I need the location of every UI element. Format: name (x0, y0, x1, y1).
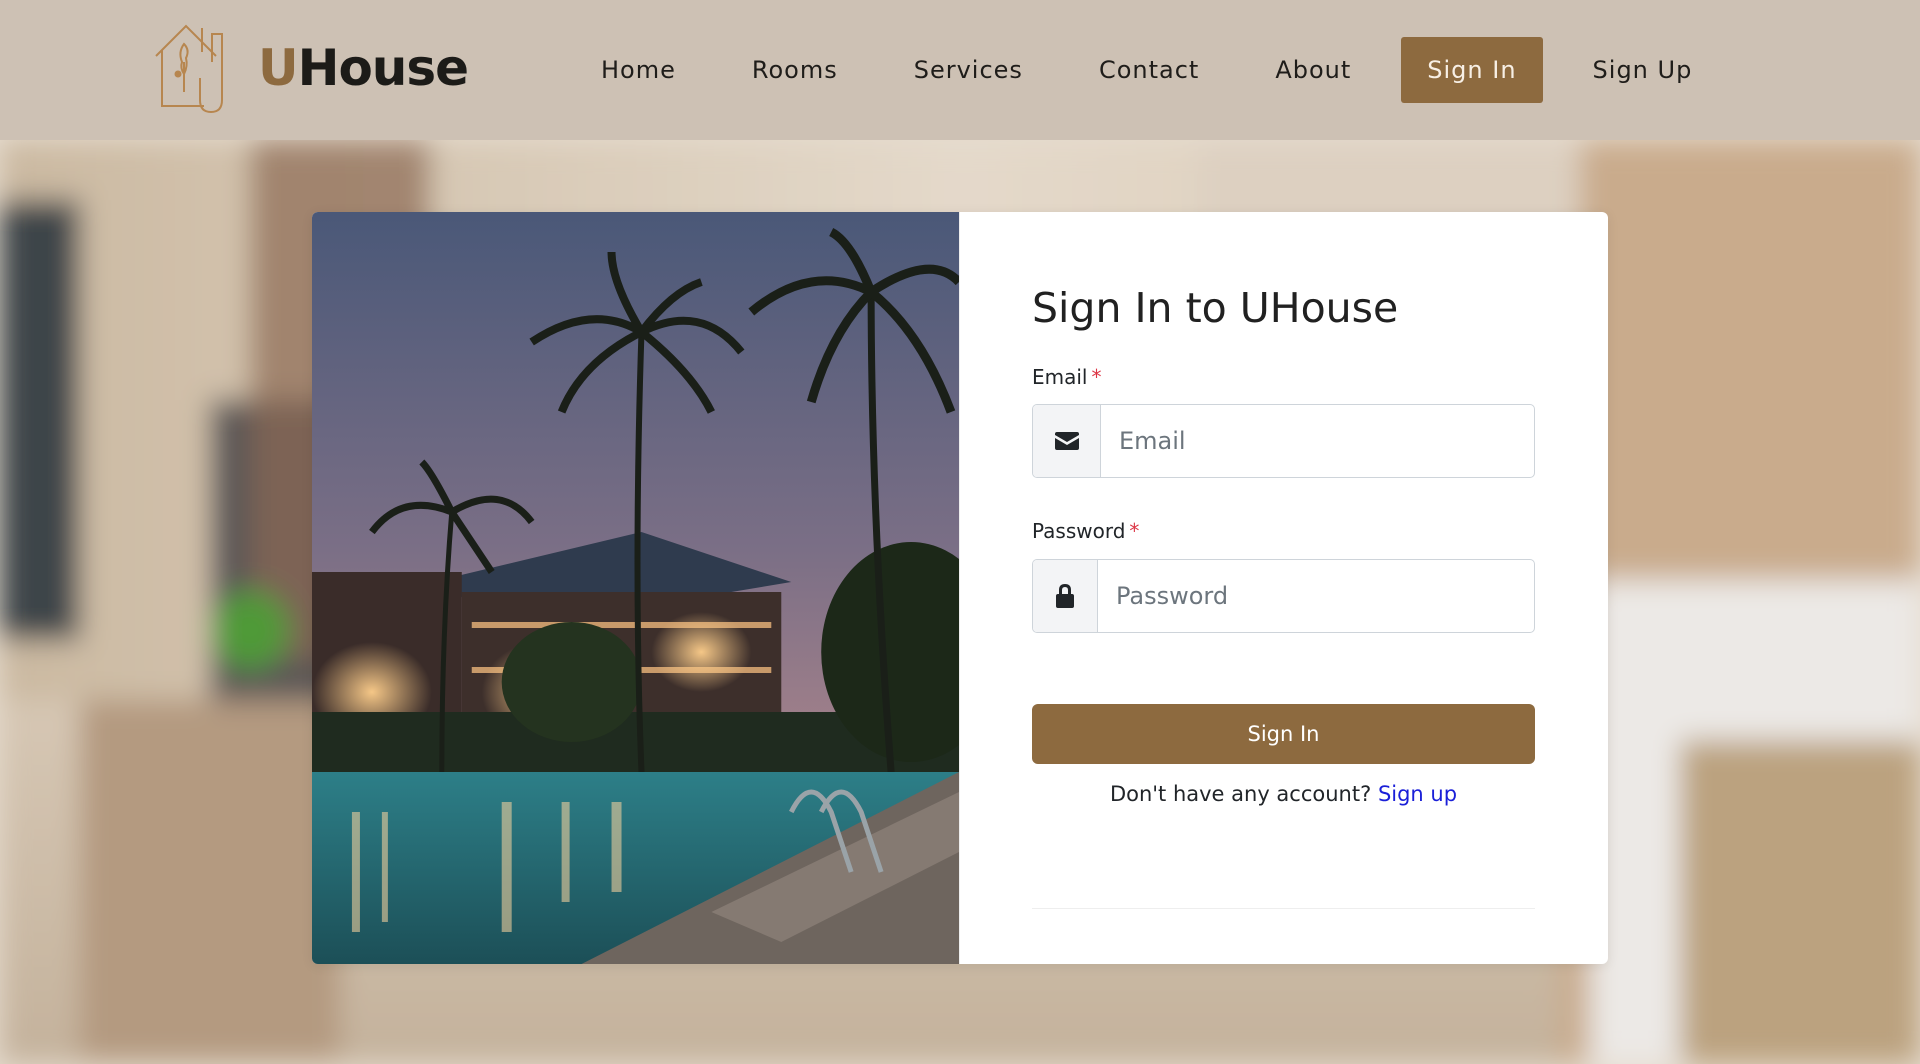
password-required-mark: * (1129, 519, 1140, 543)
signup-prompt: Don't have any account? Sign up (1032, 782, 1535, 806)
email-input-group (1032, 404, 1535, 478)
nav-sign-up[interactable]: Sign Up (1567, 37, 1719, 103)
brand-name: UHouse (258, 43, 469, 93)
brand-rest: House (297, 39, 469, 97)
nav-home[interactable]: Home (575, 37, 702, 103)
nav-rooms[interactable]: Rooms (726, 37, 864, 103)
nav-about[interactable]: About (1249, 37, 1377, 103)
email-label: Email * (1032, 365, 1102, 389)
brand-initial: U (258, 39, 299, 97)
brand[interactable]: UHouse (154, 22, 469, 114)
form-divider (1032, 908, 1535, 909)
nav-sign-in[interactable]: Sign In (1401, 37, 1543, 103)
password-input[interactable] (1098, 560, 1534, 632)
nav-services[interactable]: Services (888, 37, 1049, 103)
form-title: Sign In to UHouse (1032, 284, 1399, 332)
house-logo-icon (155, 24, 223, 114)
email-required-mark: * (1091, 365, 1102, 389)
signup-prompt-text: Don't have any account? (1109, 782, 1372, 806)
resort-photo (312, 212, 960, 964)
signup-link[interactable]: Sign up (1378, 782, 1457, 806)
nav-contact[interactable]: Contact (1073, 37, 1225, 103)
signin-card: Sign In to UHouse Email* Password* Sign … (312, 212, 1608, 964)
password-label-text: Password (1032, 519, 1126, 543)
main-nav: Home Rooms Services Contact About Sign I… (575, 37, 1718, 103)
email-input[interactable] (1101, 405, 1534, 477)
lock-icon (1033, 560, 1098, 632)
sign-in-button[interactable]: Sign In (1032, 704, 1535, 764)
password-input-group (1032, 559, 1535, 633)
envelope-icon (1033, 405, 1101, 477)
signin-form: Sign In to UHouse Email* Password* Sign … (960, 212, 1608, 964)
navbar: UHouse Home Rooms Services Contact About… (0, 0, 1920, 140)
password-label: Password * (1032, 519, 1139, 543)
email-label-text: Email (1032, 365, 1088, 389)
